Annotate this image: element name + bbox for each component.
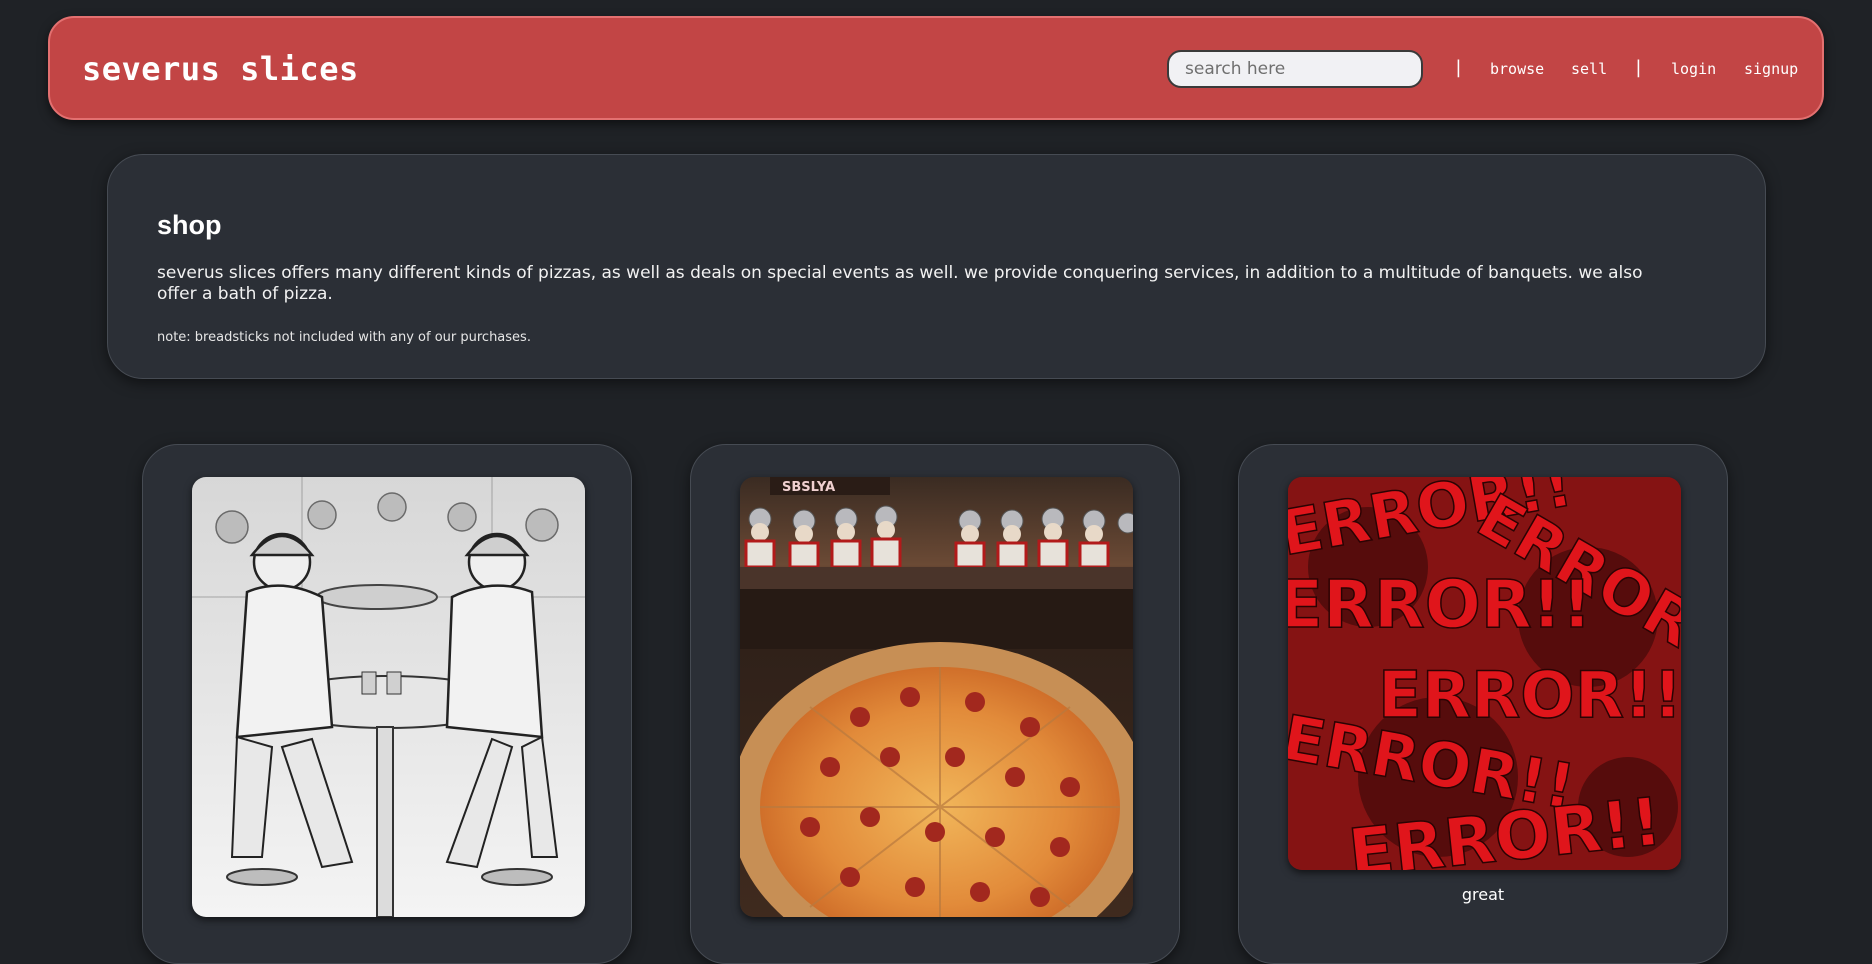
nav-separator: |: [1453, 57, 1464, 78]
nav-browse-link[interactable]: browse: [1490, 58, 1544, 80]
product-card[interactable]: [142, 444, 632, 964]
nav-separator: |: [1633, 57, 1644, 78]
page-title: shop: [157, 210, 222, 240]
search-input[interactable]: [1167, 50, 1423, 88]
shop-description: severus slices offers many different kin…: [157, 263, 1643, 304]
product-image-soldiers-sketch[interactable]: [192, 477, 585, 917]
product-card[interactable]: ERROR!! ERROR!! ERROR!! ERROR!! ERROR!! …: [1238, 444, 1728, 964]
site-logo[interactable]: severus slices: [82, 50, 359, 88]
error-text: ERROR!!: [1288, 566, 1592, 643]
product-image-pepperoni-pizza[interactable]: SBSLYA: [740, 477, 1133, 917]
nav-signup-link[interactable]: signup: [1744, 58, 1798, 80]
top-navbar: severus slices | browse sell | login sig…: [48, 16, 1824, 120]
error-text: ERROR!!: [1378, 659, 1681, 733]
shop-intro-panel: shop severus slices offers many differen…: [107, 154, 1766, 379]
restaurant-sign-text: SBSLYA: [782, 480, 835, 495]
nav-sell-link[interactable]: sell: [1571, 58, 1607, 80]
shop-note: note: breadsticks not included with any …: [157, 330, 531, 345]
nav-login-link[interactable]: login: [1671, 58, 1716, 80]
product-caption: great: [1461, 885, 1505, 904]
product-image-error[interactable]: ERROR!! ERROR!! ERROR!! ERROR!! ERROR!! …: [1288, 477, 1681, 870]
product-card[interactable]: SBSLYA: [690, 444, 1180, 964]
